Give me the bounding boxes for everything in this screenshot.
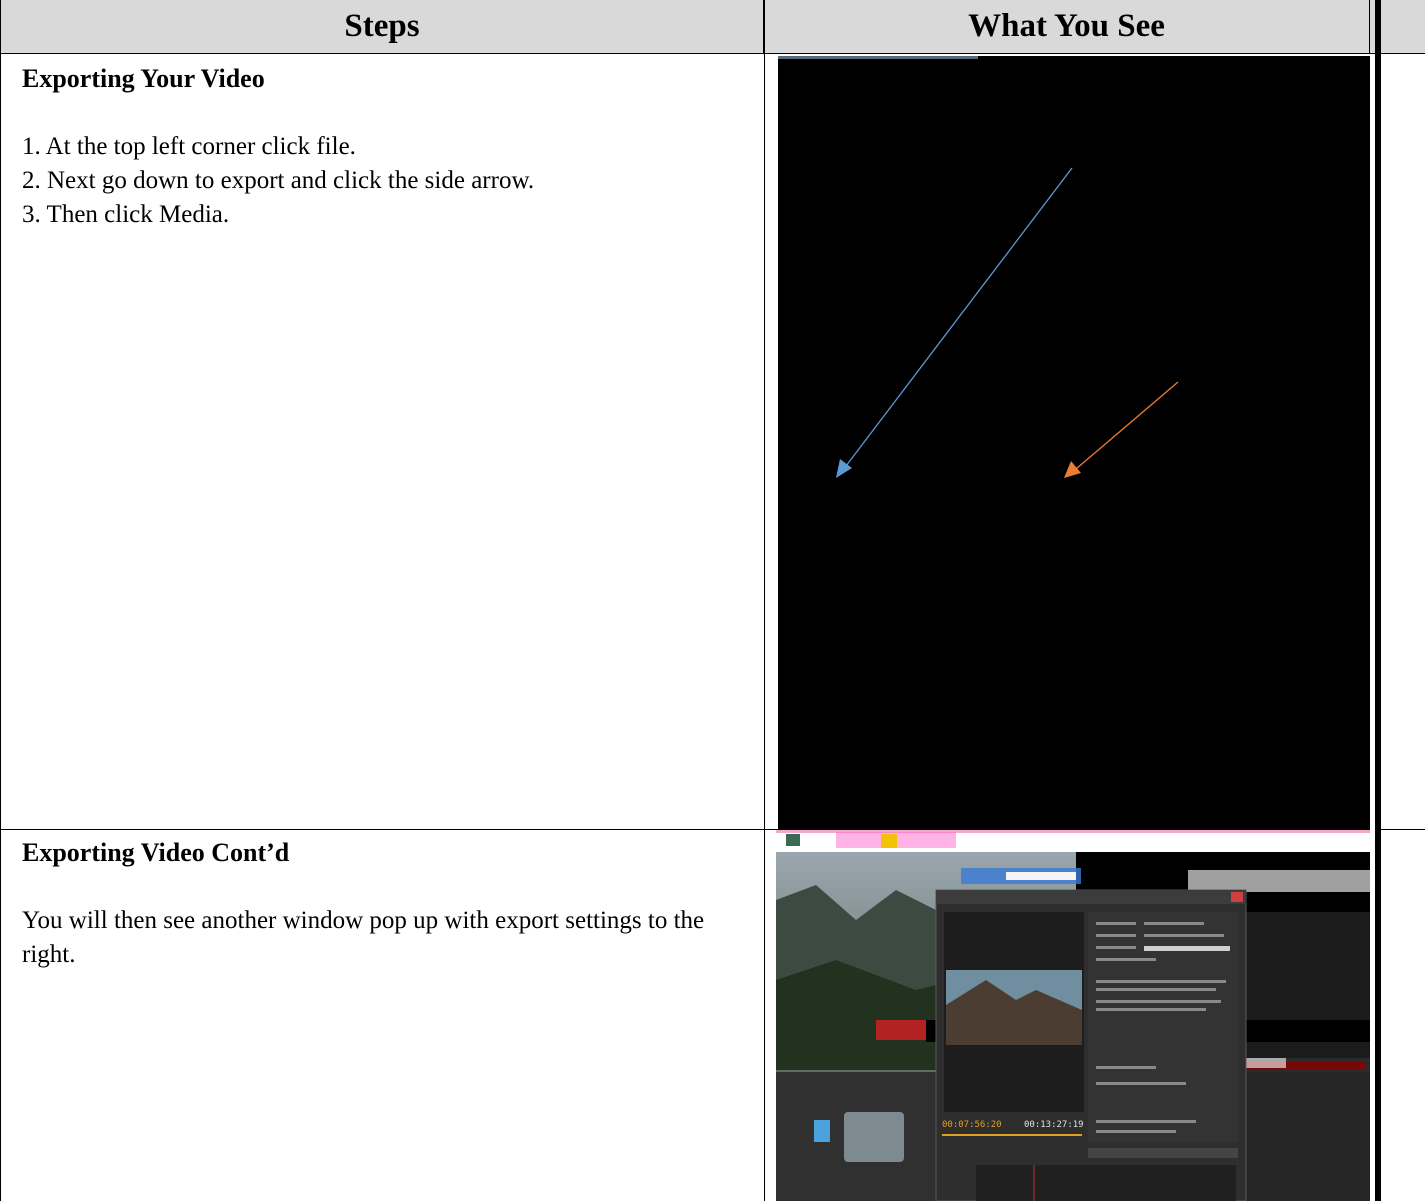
row-2-steps-cell: Exporting Video Cont’d You will then see…	[22, 836, 742, 972]
column-divider	[764, 0, 765, 1201]
row-divider-1-extra	[1381, 829, 1425, 830]
current-timecode: 00:07:56:20	[942, 1120, 1002, 1130]
blue-arrow	[836, 167, 1073, 478]
annotation-arrows	[836, 167, 1179, 478]
row-1-step-list: 1. At the top left corner click file. 2.…	[22, 130, 742, 232]
step-item: 1. At the top left corner click file.	[22, 133, 356, 160]
table-border-left	[0, 0, 1, 1201]
page-margin-rule	[1375, 0, 1381, 1201]
step-item: 2. Next go down to export and click the …	[22, 167, 535, 194]
row-2-screenshot: 00:07:56:20 00:13:27:19	[776, 830, 1370, 1201]
export-dialog-illustration: 00:07:56:20 00:13:27:19	[776, 830, 1370, 1201]
step-item: 3. Then click Media.	[22, 201, 230, 228]
total-timecode: 00:13:27:19	[1024, 1120, 1084, 1130]
header-steps: Steps	[0, 0, 764, 54]
row-2-title: Exporting Video Cont’d	[22, 838, 290, 867]
screenshot-top-strip	[778, 56, 978, 59]
row-1-steps-cell: Exporting Your Video 1. At the top left …	[22, 62, 742, 232]
row-2-description: You will then see another window pop up …	[22, 907, 705, 968]
row-1-title: Exporting Your Video	[22, 64, 265, 93]
row-1-screenshot	[778, 56, 1370, 830]
header-what-you-see: What You See	[764, 0, 1370, 54]
orange-arrow	[1064, 381, 1179, 478]
steps-table: Steps What You See Exporting Your Video …	[0, 0, 1425, 1201]
